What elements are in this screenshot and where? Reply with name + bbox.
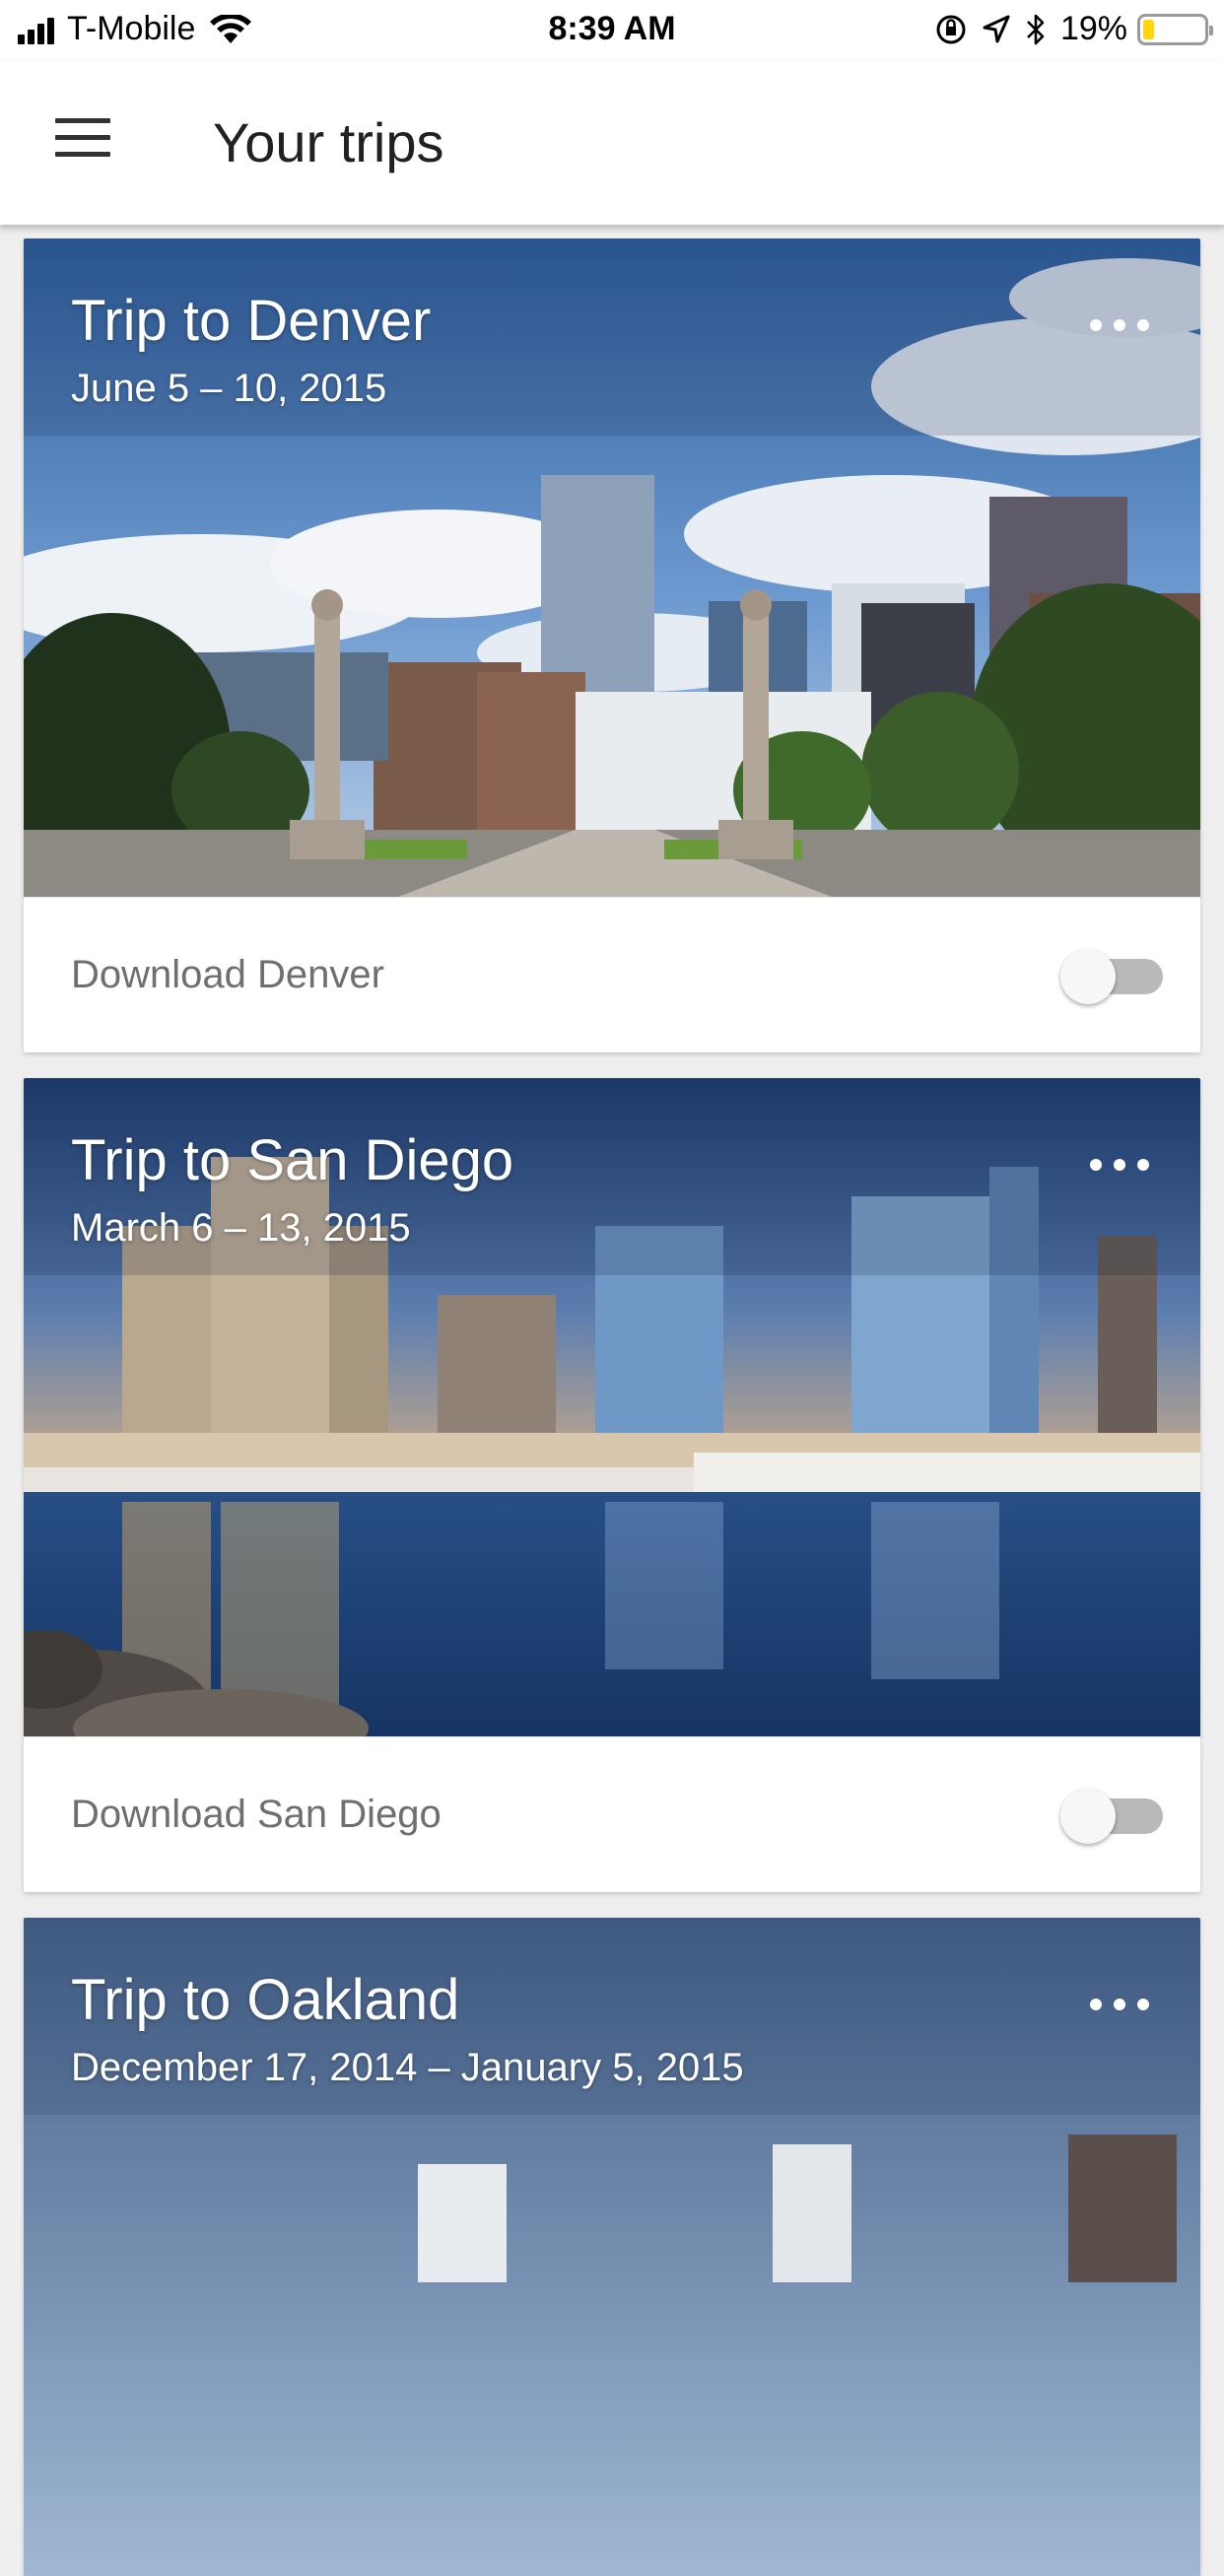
orientation-lock-icon [936, 15, 966, 43]
toggle-thumb [1060, 1789, 1116, 1844]
status-bar: T-Mobile 8:39 AM 19% [0, 0, 1224, 61]
card-footer: Download San Diego [24, 1736, 1200, 1892]
trip-dates: December 17, 2014 – January 5, 2015 [71, 2046, 744, 2089]
trip-card-oakland[interactable]: Trip to Oakland December 17, 2014 – Janu… [24, 1918, 1200, 2576]
more-options-icon[interactable] [1090, 313, 1149, 337]
trip-title: Trip to San Diego [71, 1128, 514, 1192]
more-options-icon[interactable] [1090, 1153, 1149, 1177]
trip-title: Trip to Denver [71, 289, 432, 353]
trip-title: Trip to Oakland [71, 1968, 460, 2032]
download-toggle[interactable] [1060, 949, 1163, 1004]
status-right: 19% [934, 10, 1213, 48]
battery-fill [1143, 19, 1155, 39]
trip-card-denver[interactable]: Trip to Denver June 5 – 10, 2015 Downloa… [24, 238, 1200, 1052]
battery-percent: 19% [1059, 10, 1127, 47]
battery-icon [1137, 13, 1213, 45]
page-title: Your trips [213, 111, 444, 173]
trip-image-san-diego[interactable]: Trip to San Diego March 6 – 13, 2015 [24, 1078, 1200, 1736]
trip-image-oakland[interactable]: Trip to Oakland December 17, 2014 – Janu… [24, 1918, 1200, 2576]
trip-dates: March 6 – 13, 2015 [71, 1206, 411, 1250]
download-label: Download Denver [71, 953, 384, 996]
app-bar: Your trips [0, 61, 1224, 225]
trip-dates: June 5 – 10, 2015 [71, 367, 387, 410]
hamburger-menu-icon[interactable] [55, 118, 110, 162]
download-toggle[interactable] [1060, 1789, 1163, 1844]
toggle-thumb [1060, 949, 1116, 1004]
more-options-icon[interactable] [1090, 1993, 1149, 2016]
location-arrow-icon [983, 15, 1010, 42]
bluetooth-icon [1027, 14, 1045, 44]
card-footer: Download Denver [24, 897, 1200, 1052]
trip-card-san-diego[interactable]: Trip to San Diego March 6 – 13, 2015 Dow… [24, 1078, 1200, 1892]
download-label: Download San Diego [71, 1793, 442, 1836]
trip-image-denver[interactable]: Trip to Denver June 5 – 10, 2015 [24, 238, 1200, 897]
